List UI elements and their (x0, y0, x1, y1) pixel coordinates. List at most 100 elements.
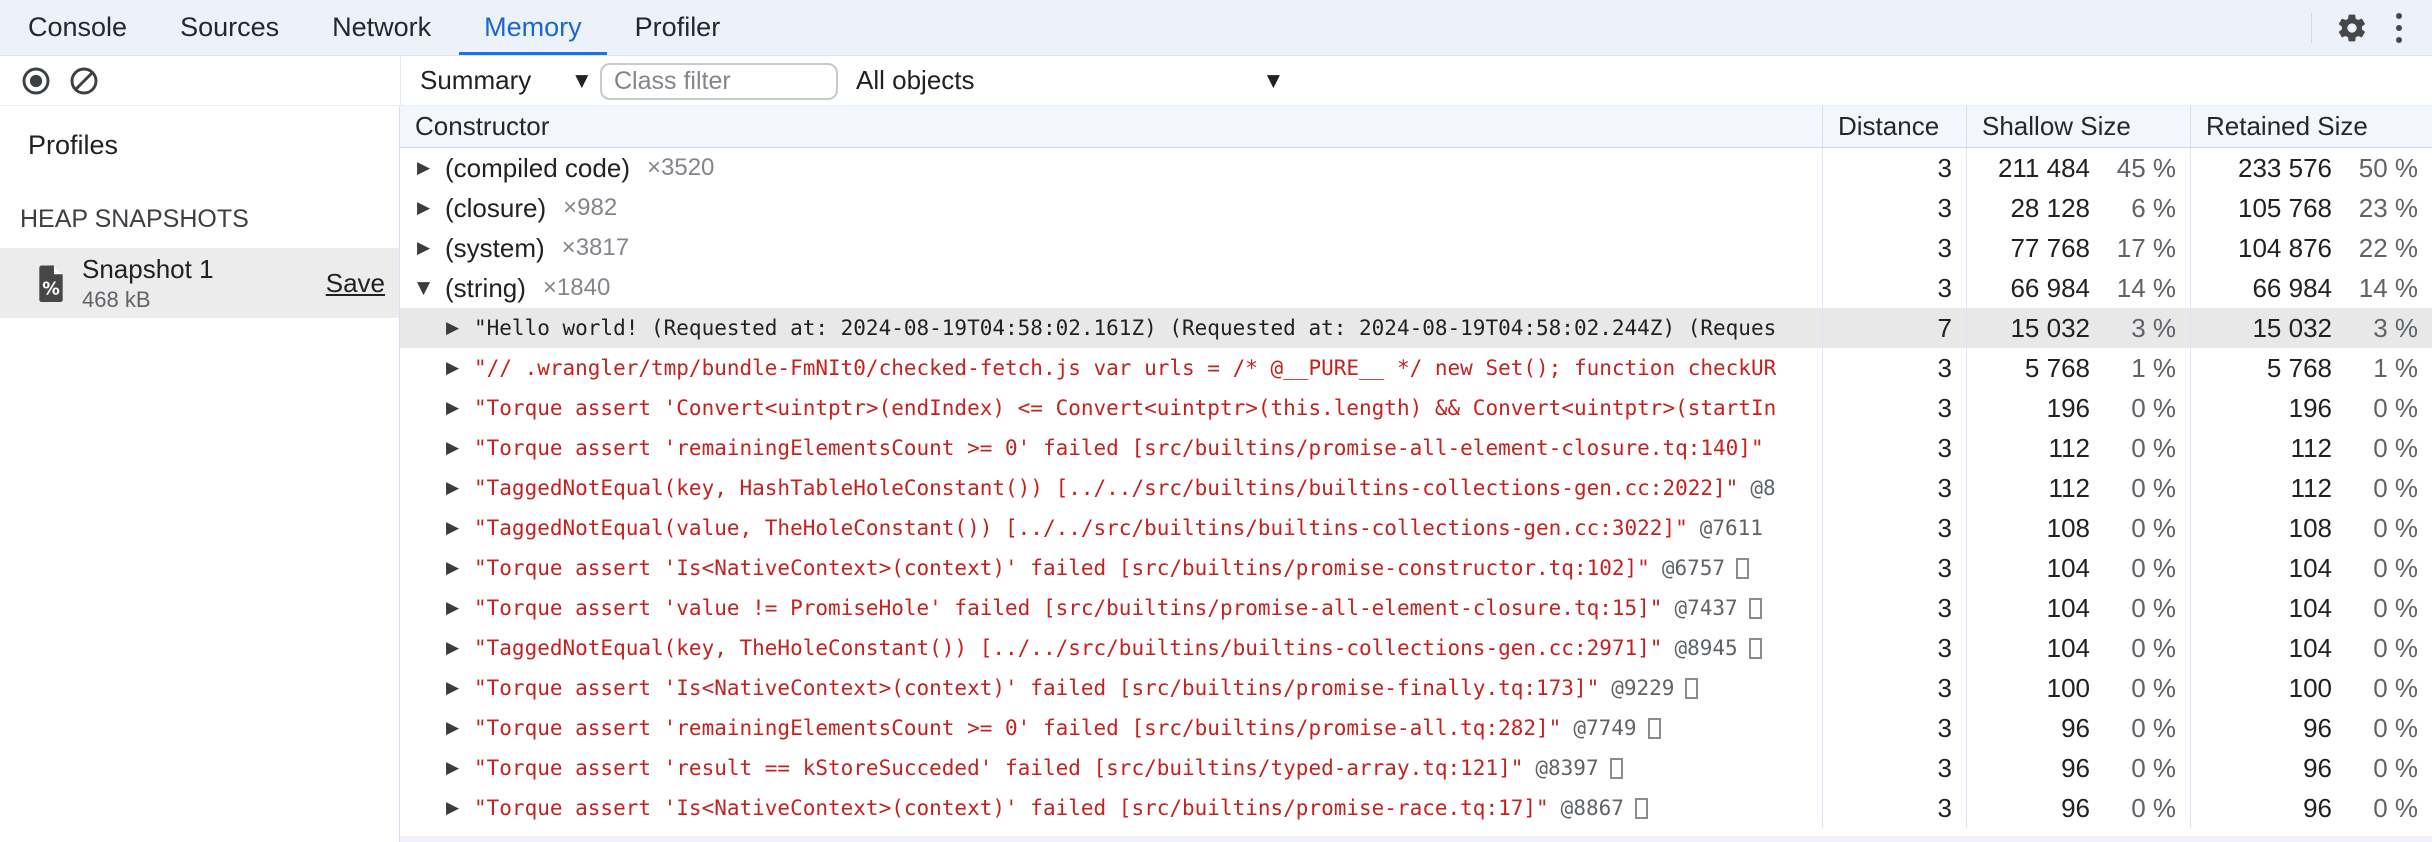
triangle-right-icon[interactable]: ▶ (446, 558, 470, 578)
tab-memory[interactable]: Memory (459, 0, 607, 55)
column-header-retained-size[interactable]: Retained Size (2190, 106, 2432, 147)
triangle-right-icon[interactable]: ▶ (417, 158, 441, 178)
table-row[interactable]: ▶ "Torque assert 'Is<NativeContext>(conte… (400, 668, 2432, 708)
missing-glyph-box-icon (1748, 597, 1762, 619)
more-options-kebab-icon[interactable] (2392, 9, 2406, 47)
table-row[interactable]: ▶ (closure) ×982 3 28 128 6 % 105 768 23 % (400, 188, 2432, 228)
triangle-right-icon[interactable]: ▶ (417, 238, 441, 258)
record-heap-snapshot-icon[interactable] (20, 65, 52, 97)
triangle-right-icon[interactable]: ▶ (446, 638, 470, 658)
grid-empty-space (400, 828, 2432, 836)
triangle-right-icon[interactable]: ▶ (446, 598, 470, 618)
constructor-cell: ▶ "TaggedNotEqual(key, HashTableHoleConst… (400, 468, 1822, 508)
shallow-size-cell: 104 0 % (1966, 548, 2190, 588)
table-row[interactable]: ▶ (compiled code) ×3520 3 211 484 45 % 233 576… (400, 148, 2432, 188)
shallow-size-cell-value: 112 (2048, 472, 2090, 503)
retained-size-cell-percent: 0 % (2373, 792, 2418, 823)
retained-size-cell-percent: 0 % (2373, 672, 2418, 703)
toolbar-section-divider (400, 56, 401, 105)
column-header-constructor[interactable]: Constructor (400, 106, 1822, 147)
perspective-select-value: Summary (420, 65, 532, 95)
tab-network[interactable]: Network (307, 0, 456, 55)
devtools-memory-panel: ConsoleSourcesNetworkMemoryProfiler (0, 0, 2432, 842)
save-snapshot-link[interactable]: Save (326, 268, 385, 299)
string-preview: "Torque assert 'remainingElementsCount >… (474, 716, 1562, 740)
triangle-right-icon[interactable]: ▶ (446, 758, 470, 778)
table-row[interactable]: ▶ "Torque assert 'value != PromiseHole' f… (400, 588, 2432, 628)
table-row[interactable]: ▶ "// .wrangler/tmp/bundle-FmNIt0/checked… (400, 348, 2432, 388)
shallow-size-cell-value: 96 (2061, 712, 2090, 743)
table-row[interactable]: ▶ "Torque assert 'Convert<uintptr>(endInd… (400, 388, 2432, 428)
distance-cell: 3 (1822, 348, 1966, 388)
shallow-size-cell-percent: 0 % (2131, 552, 2176, 583)
retained-size-cell-percent: 0 % (2373, 552, 2418, 583)
tab-console[interactable]: Console (3, 0, 152, 55)
grid-bottom-strip (400, 836, 2432, 842)
missing-glyph-box-icon (1634, 797, 1648, 819)
table-row[interactable]: ▶ "Torque assert 'remainingElementsCount … (400, 708, 2432, 748)
shallow-size-cell: 196 0 % (1966, 388, 2190, 428)
triangle-down-icon[interactable]: ▼ (417, 278, 441, 298)
triangle-right-icon[interactable]: ▶ (446, 798, 470, 818)
string-preview: "Torque assert 'Is<NativeContext>(contex… (474, 556, 1650, 580)
column-header-distance[interactable]: Distance (1822, 106, 1966, 147)
constructor-cell: ▶ "Torque assert 'Is<NativeContext>(conte… (400, 668, 1822, 708)
settings-gear-icon[interactable] (2336, 12, 2368, 44)
object-id: @6757 (1661, 556, 1726, 580)
retained-size-cell: 96 0 % (2190, 788, 2432, 828)
table-row[interactable]: ▶ "Torque assert 'remainingElementsCount … (400, 428, 2432, 468)
retained-size-cell: 104 0 % (2190, 548, 2432, 588)
table-row[interactable]: ▶ "TaggedNotEqual(key, TheHoleConstant())… (400, 628, 2432, 668)
retained-size-cell: 108 0 % (2190, 508, 2432, 548)
retained-size-cell: 96 0 % (2190, 748, 2432, 788)
shallow-size-cell: 104 0 % (1966, 628, 2190, 668)
retained-size-cell-percent: 0 % (2373, 632, 2418, 663)
shallow-size-cell: 108 0 % (1966, 508, 2190, 548)
snapshot-meta: Snapshot 1 468 kB (82, 254, 214, 313)
class-filter-input[interactable] (600, 63, 838, 100)
triangle-right-icon[interactable]: ▶ (446, 318, 470, 338)
instance-count: ×982 (563, 194, 618, 221)
tab-profiler[interactable]: Profiler (610, 0, 746, 55)
object-scope-select[interactable]: All objects ▼ (856, 56, 1280, 105)
sidebar-item-snapshot-1[interactable]: % Snapshot 1 468 kB Save (0, 248, 399, 318)
triangle-right-icon[interactable]: ▶ (446, 438, 470, 458)
profiles-title: Profiles (28, 130, 119, 160)
tab-sources[interactable]: Sources (155, 0, 304, 55)
retained-size-cell-value: 96 (2303, 752, 2332, 783)
triangle-right-icon[interactable]: ▶ (417, 198, 441, 218)
shallow-size-cell-value: 28 128 (2010, 192, 2090, 223)
shallow-size-cell: 100 0 % (1966, 668, 2190, 708)
shallow-size-cell-value: 77 768 (2010, 232, 2090, 263)
perspective-select[interactable]: Summary ▼ (420, 56, 588, 105)
table-row[interactable]: ▶ "Torque assert 'Is<NativeContext>(conte… (400, 788, 2432, 828)
constructor-cell: ▶ "Torque assert 'Is<NativeContext>(conte… (400, 548, 1822, 588)
shallow-size-cell-value: 96 (2061, 792, 2090, 823)
shallow-size-cell-percent: 17 % (2116, 232, 2176, 263)
retained-size-cell: 104 0 % (2190, 628, 2432, 668)
table-row[interactable]: ▼ (string) ×1840 3 66 984 14 % 66 984 14 % (400, 268, 2432, 308)
shallow-size-cell: 112 0 % (1966, 428, 2190, 468)
triangle-right-icon[interactable]: ▶ (446, 678, 470, 698)
shallow-size-cell: 28 128 6 % (1966, 188, 2190, 228)
table-row[interactable]: ▶ (system) ×3817 3 77 768 17 % 104 876 22 % (400, 228, 2432, 268)
column-header-shallow-size[interactable]: Shallow Size (1966, 106, 2190, 147)
table-row[interactable]: ▶ "Torque assert 'result == kStoreSuccede… (400, 748, 2432, 788)
table-row[interactable]: ▶ "TaggedNotEqual(value, TheHoleConstant(… (400, 508, 2432, 548)
retained-size-cell: 112 0 % (2190, 468, 2432, 508)
triangle-right-icon[interactable]: ▶ (446, 478, 470, 498)
clear-profiles-icon[interactable] (68, 65, 100, 97)
distance-cell: 3 (1822, 148, 1966, 188)
table-row[interactable]: ▶ "TaggedNotEqual(key, HashTableHoleConst… (400, 468, 2432, 508)
triangle-right-icon[interactable]: ▶ (446, 398, 470, 418)
snapshot-name: Snapshot 1 (82, 253, 214, 284)
triangle-right-icon[interactable]: ▶ (446, 718, 470, 738)
table-row[interactable]: ▶ "Hello world! (Requested at: 2024-08-19… (400, 308, 2432, 348)
grid-header: Constructor Distance Shallow Size Retain… (400, 106, 2432, 148)
table-row[interactable]: ▶ "Torque assert 'Is<NativeContext>(conte… (400, 548, 2432, 588)
triangle-right-icon[interactable]: ▶ (446, 518, 470, 538)
shallow-size-cell: 15 032 3 % (1966, 308, 2190, 348)
triangle-right-icon[interactable]: ▶ (446, 358, 470, 378)
constructor-name: (system) (445, 232, 545, 263)
constructor-cell: ▶ "TaggedNotEqual(value, TheHoleConstant(… (400, 508, 1822, 548)
